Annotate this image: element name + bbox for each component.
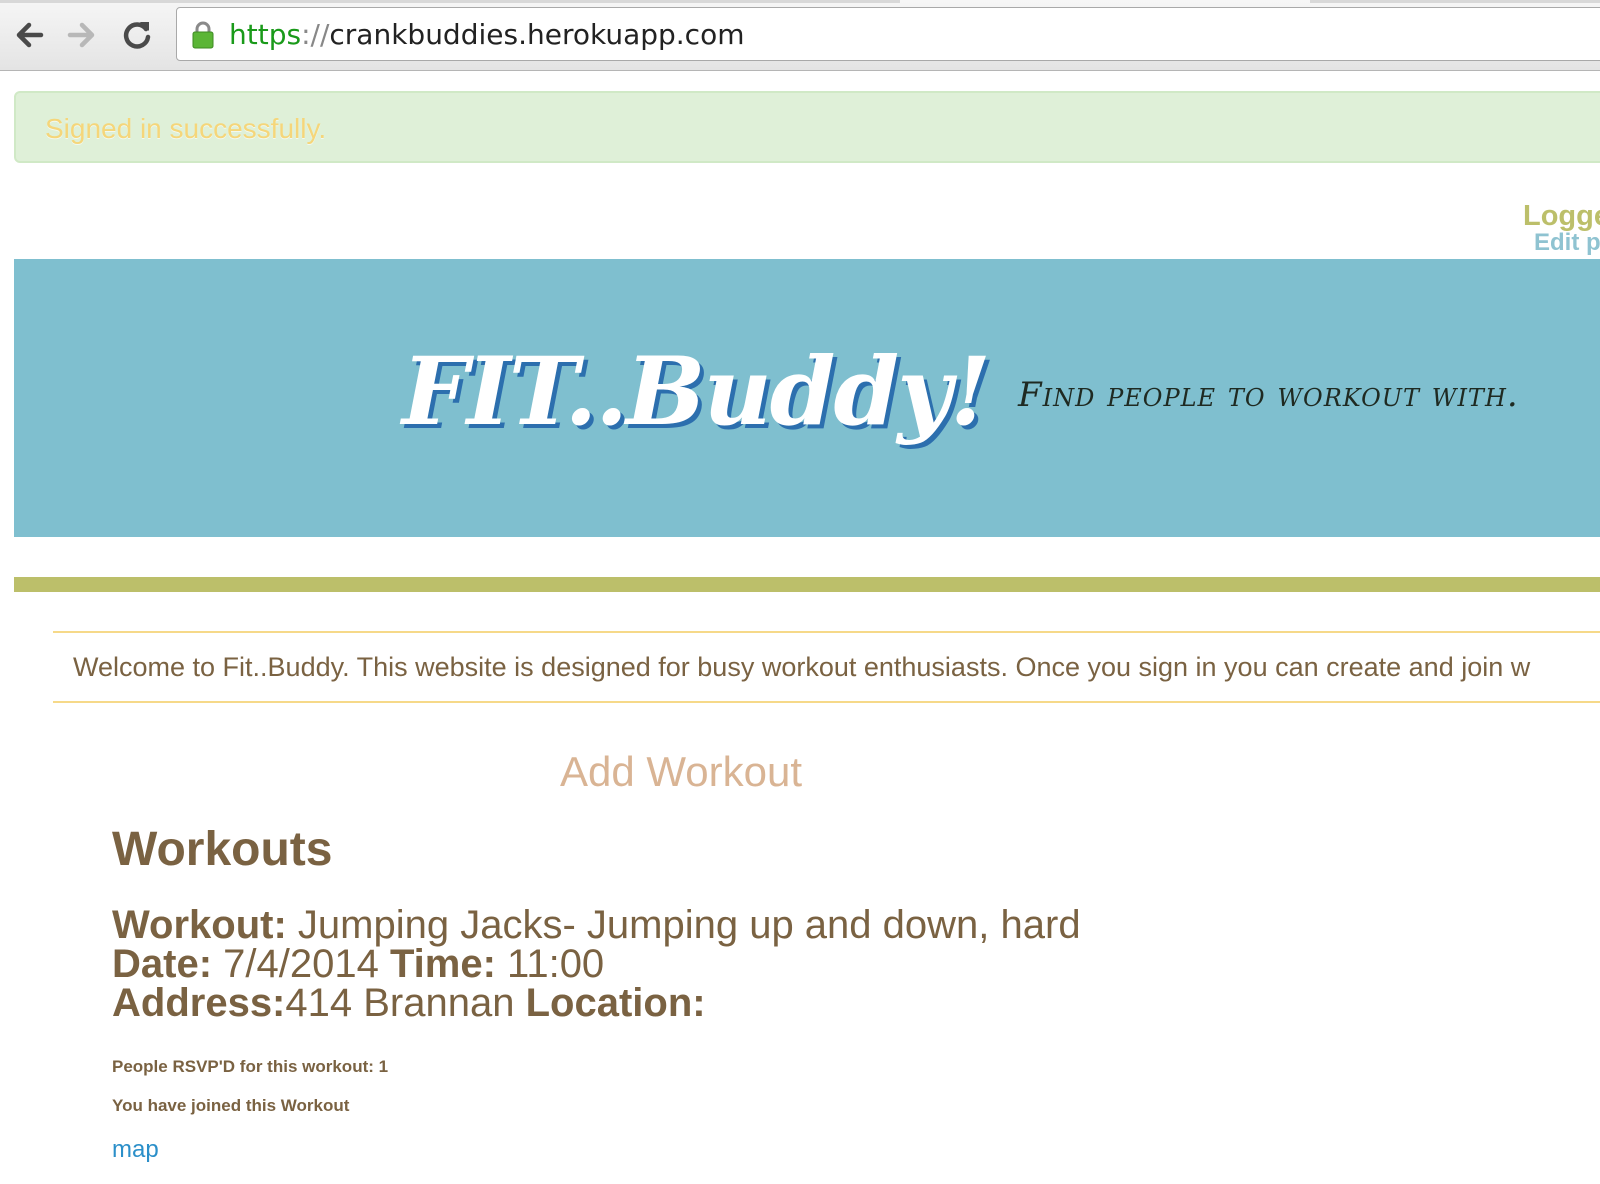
address-line: Address:414 Brannan Location: — [112, 981, 1081, 1025]
workout-value: Jumping Jacks- Jumping up and down, hard — [286, 903, 1081, 947]
hero-banner: FIT..Buddy! Find people to workout with. — [14, 259, 1600, 537]
forward-arrow-icon[interactable] — [64, 17, 100, 53]
time-value: 11:00 — [495, 942, 605, 986]
address-bar[interactable]: https://crankbuddies.herokuapp.com — [176, 7, 1600, 61]
workout-details: Workout: Jumping Jacks- Jumping up and d… — [112, 903, 1081, 1025]
user-nav: Logge Edit pr — [1523, 200, 1600, 257]
address-value: 414 Brannan — [285, 981, 526, 1025]
page-title: Workouts — [112, 823, 333, 876]
accent-divider — [14, 577, 1600, 592]
address-label: Address: — [112, 981, 286, 1025]
back-arrow-icon[interactable] — [11, 17, 47, 53]
rsvp-count: People RSVP'D for this workout: 1 — [112, 1057, 389, 1076]
flash-notice: Signed in successfully. — [14, 91, 1600, 163]
date-time-line: Date: 7/4/2014 Time: 11:00 — [112, 942, 1081, 986]
workout-label: Workout: — [112, 903, 287, 947]
lock-icon — [191, 20, 215, 50]
time-label: Time: — [389, 942, 496, 986]
map-link[interactable]: map — [112, 1136, 159, 1164]
location-label: Location: — [525, 981, 706, 1025]
site-tagline: Find people to workout with. — [1018, 375, 1519, 415]
site-logo[interactable]: FIT..Buddy! — [402, 337, 991, 447]
tab-strip-edge — [0, 0, 900, 3]
date-value: 7/4/2014 — [212, 942, 390, 986]
workout-line: Workout: Jumping Jacks- Jumping up and d… — [112, 903, 1081, 947]
tab-strip-edge — [1310, 0, 1600, 3]
flash-message: Signed in successfully. — [45, 113, 327, 144]
browser-toolbar: https://crankbuddies.herokuapp.com — [0, 0, 1600, 71]
url-text: https://crankbuddies.herokuapp.com — [229, 18, 745, 51]
welcome-banner: Welcome to Fit..Buddy. This website is d… — [53, 631, 1600, 703]
edit-profile-link[interactable]: Edit pr — [1523, 229, 1600, 257]
date-label: Date: — [112, 942, 213, 986]
welcome-text: Welcome to Fit..Buddy. This website is d… — [73, 652, 1531, 682]
add-workout-link[interactable]: Add Workout — [560, 748, 802, 796]
reload-icon[interactable] — [119, 17, 155, 53]
joined-status: You have joined this Workout — [112, 1096, 350, 1115]
